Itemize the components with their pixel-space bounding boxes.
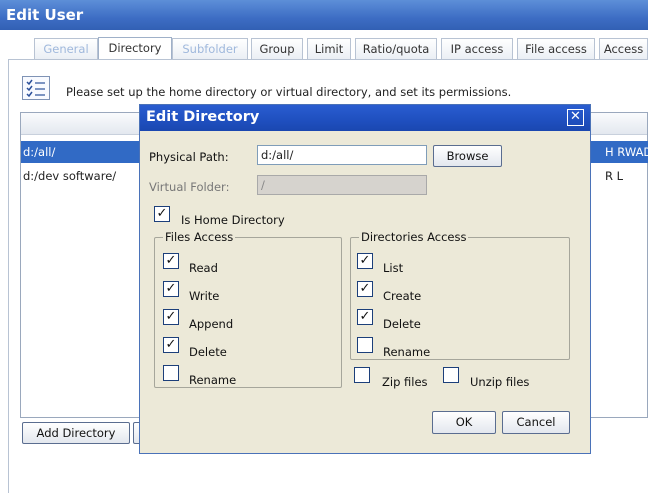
- info-text: Please set up the home directory or virt…: [66, 85, 512, 99]
- files-rename-label: Rename: [189, 373, 237, 387]
- ok-button[interactable]: OK: [432, 411, 496, 434]
- row-path: d:/all/: [23, 145, 56, 159]
- close-icon[interactable]: ✕: [567, 109, 584, 126]
- cancel-button[interactable]: Cancel: [502, 411, 570, 434]
- files-delete-label: Delete: [189, 345, 227, 359]
- unzip-files-checkbox[interactable]: [443, 367, 459, 383]
- unzip-files-label: Unzip files: [470, 375, 530, 389]
- files-write-label: Write: [189, 289, 220, 303]
- tab-file-access[interactable]: File access: [517, 38, 595, 60]
- home-dir-checkbox[interactable]: ✓: [154, 206, 170, 222]
- add-directory-button[interactable]: Add Directory: [22, 422, 130, 444]
- tab-ip-access[interactable]: IP access: [441, 38, 513, 60]
- row-permissions: H RWAD LI: [605, 145, 648, 159]
- edit-directory-dialog: Edit Directory ✕ Physical Path: d:/all/ …: [139, 104, 591, 454]
- files-append-checkbox[interactable]: ✓: [163, 309, 179, 325]
- physical-path-input[interactable]: d:/all/: [257, 145, 427, 165]
- tab-access[interactable]: Access: [599, 38, 648, 60]
- files-append-label: Append: [189, 317, 234, 331]
- checklist-icon: [22, 76, 50, 100]
- files-read-checkbox[interactable]: ✓: [163, 253, 179, 269]
- dirs-list-label: List: [383, 261, 404, 275]
- dirs-delete-checkbox[interactable]: ✓: [357, 309, 373, 325]
- tab-general[interactable]: General: [34, 38, 98, 60]
- dirs-rename-checkbox[interactable]: [357, 337, 373, 353]
- window-title: Edit User: [0, 0, 648, 30]
- files-delete-checkbox[interactable]: ✓: [163, 337, 179, 353]
- files-rename-checkbox[interactable]: [163, 365, 179, 381]
- dialog-title: Edit Directory: [140, 105, 590, 131]
- physical-path-label: Physical Path:: [149, 150, 229, 164]
- dirs-create-checkbox[interactable]: ✓: [357, 281, 373, 297]
- row-path: d:/dev software/: [23, 169, 117, 183]
- virtual-folder-label: Virtual Folder:: [149, 180, 230, 194]
- dirs-rename-label: Rename: [383, 345, 431, 359]
- home-dir-label: Is Home Directory: [181, 213, 285, 227]
- dirs-list-checkbox[interactable]: ✓: [357, 253, 373, 269]
- dirs-create-label: Create: [383, 289, 422, 303]
- files-access-group: Files Access: [154, 230, 342, 388]
- files-read-label: Read: [189, 261, 218, 275]
- tab-directory[interactable]: Directory: [98, 37, 172, 61]
- files-write-checkbox[interactable]: ✓: [163, 281, 179, 297]
- tab-group[interactable]: Group: [251, 38, 303, 60]
- zip-files-checkbox[interactable]: [354, 367, 370, 383]
- tab-limit[interactable]: Limit: [307, 38, 351, 60]
- dirs-access-legend: Directories Access: [359, 230, 469, 244]
- row-permissions: R L: [605, 169, 624, 183]
- tab-ratio-quota[interactable]: Ratio/quota: [355, 38, 437, 60]
- browse-button[interactable]: Browse: [433, 145, 502, 167]
- dirs-delete-label: Delete: [383, 317, 421, 331]
- zip-files-label: Zip files: [382, 375, 428, 389]
- tab-subfolder[interactable]: Subfolder: [172, 38, 248, 60]
- virtual-folder-input[interactable]: /: [257, 175, 427, 195]
- files-access-legend: Files Access: [163, 230, 236, 244]
